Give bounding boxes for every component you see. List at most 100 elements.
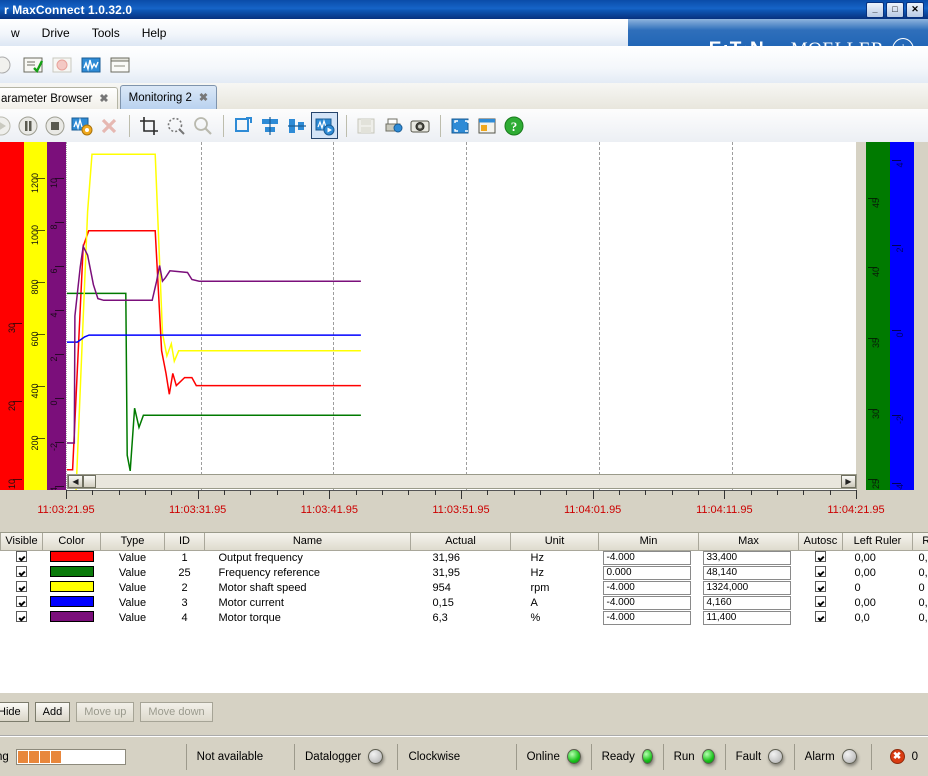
fullscreen-icon[interactable] bbox=[447, 113, 472, 138]
table-row[interactable]: Value2Motor shaft speed954rpm-4.0001324,… bbox=[1, 580, 928, 595]
color-swatch[interactable] bbox=[50, 581, 94, 592]
hide-button[interactable]: Hide bbox=[0, 702, 29, 722]
visible-checkbox[interactable] bbox=[16, 581, 27, 592]
max-input[interactable]: 11,400 bbox=[703, 611, 791, 625]
column-header-unit[interactable]: Unit bbox=[511, 533, 599, 550]
max-input[interactable]: 33,400 bbox=[703, 551, 791, 565]
axis-band-motor-torque[interactable]: 10 8 6 4 2 0 -2 -4 bbox=[47, 142, 66, 490]
column-header-right-ruler[interactable]: Rig bbox=[913, 533, 928, 550]
cell-max[interactable]: 11,400 bbox=[699, 610, 799, 625]
move-down-button[interactable]: Move down bbox=[140, 702, 212, 722]
menu-item-drive[interactable]: Drive bbox=[31, 24, 81, 42]
cell-autoscale[interactable] bbox=[799, 595, 843, 610]
tab-close-icon[interactable]: ✖ bbox=[99, 92, 108, 105]
fit-icon[interactable] bbox=[230, 113, 255, 138]
cell-autoscale[interactable] bbox=[799, 610, 843, 625]
pause-icon[interactable] bbox=[15, 113, 40, 138]
stop-icon[interactable] bbox=[42, 113, 67, 138]
axis-band-output-frequency[interactable]: 30 20 10 0 bbox=[0, 142, 24, 490]
cell-visible[interactable] bbox=[1, 580, 43, 595]
cell-visible[interactable] bbox=[1, 595, 43, 610]
column-header-min[interactable]: Min bbox=[599, 533, 699, 550]
table-row[interactable]: Value25Frequency reference31,95Hz0.00048… bbox=[1, 565, 928, 580]
color-swatch[interactable] bbox=[50, 596, 94, 607]
camera-icon[interactable] bbox=[407, 113, 432, 138]
min-input[interactable]: -4.000 bbox=[603, 551, 691, 565]
table-row[interactable]: Value4Motor torque6,3%-4.00011,4000,00,0 bbox=[1, 610, 928, 625]
column-header-autoscale[interactable]: Autosc bbox=[799, 533, 843, 550]
cell-visible[interactable] bbox=[1, 565, 43, 580]
play-graph-icon[interactable] bbox=[311, 112, 338, 139]
max-input[interactable]: 1324,000 bbox=[703, 581, 791, 595]
autoscale-checkbox[interactable] bbox=[815, 596, 826, 607]
cell-autoscale[interactable] bbox=[799, 565, 843, 580]
cell-max[interactable]: 1324,000 bbox=[699, 580, 799, 595]
column-header-color[interactable]: Color bbox=[43, 533, 101, 550]
color-swatch[interactable] bbox=[50, 566, 94, 577]
min-input[interactable]: -4.000 bbox=[603, 596, 691, 610]
axis-band-motor-shaft-speed[interactable]: 1200 1000 800 600 400 200 0 bbox=[24, 142, 47, 490]
chart-horizontal-scrollbar[interactable]: ◀ ▶ bbox=[67, 474, 857, 489]
minimize-button[interactable]: _ bbox=[866, 2, 884, 18]
cell-max[interactable]: 33,400 bbox=[699, 550, 799, 565]
table-row[interactable]: Value3Motor current0,15A-4.0004,1600,000… bbox=[1, 595, 928, 610]
autoscale-checkbox[interactable] bbox=[815, 551, 826, 562]
save-icon[interactable] bbox=[353, 113, 378, 138]
add-button[interactable]: Add bbox=[35, 702, 71, 722]
cell-min[interactable]: -4.000 bbox=[599, 550, 699, 565]
column-header-left-ruler[interactable]: Left Ruler bbox=[843, 533, 913, 550]
menu-item-help[interactable]: Help bbox=[131, 24, 178, 42]
visible-checkbox[interactable] bbox=[16, 551, 27, 562]
max-input[interactable]: 48,140 bbox=[703, 566, 791, 580]
autoscale-checkbox[interactable] bbox=[815, 566, 826, 577]
min-input[interactable]: -4.000 bbox=[603, 581, 691, 595]
settings-monitor-icon[interactable] bbox=[69, 113, 94, 138]
cell-max[interactable]: 4,160 bbox=[699, 595, 799, 610]
table-row[interactable]: Value1Output frequency31,96Hz-4.00033,40… bbox=[1, 550, 928, 565]
cell-color[interactable] bbox=[43, 580, 101, 595]
record-icon[interactable] bbox=[50, 54, 74, 76]
cell-color[interactable] bbox=[43, 565, 101, 580]
play-icon[interactable] bbox=[0, 113, 13, 138]
cell-visible[interactable] bbox=[1, 610, 43, 625]
cell-autoscale[interactable] bbox=[799, 550, 843, 565]
scroll-thumb[interactable] bbox=[83, 475, 96, 488]
visible-checkbox[interactable] bbox=[16, 611, 27, 622]
cell-max[interactable]: 48,140 bbox=[699, 565, 799, 580]
column-header-name[interactable]: Name bbox=[205, 533, 411, 550]
cell-color[interactable] bbox=[43, 610, 101, 625]
autoscale-checkbox[interactable] bbox=[815, 611, 826, 622]
window-icon[interactable] bbox=[474, 113, 499, 138]
status-errors[interactable]: ✖ 0 bbox=[872, 744, 928, 770]
column-header-actual[interactable]: Actual bbox=[411, 533, 511, 550]
zoom-icon[interactable] bbox=[190, 113, 215, 138]
maximize-button[interactable]: □ bbox=[886, 2, 904, 18]
align-horizontal-icon[interactable] bbox=[257, 113, 282, 138]
color-swatch[interactable] bbox=[50, 611, 94, 622]
column-header-id[interactable]: ID bbox=[165, 533, 205, 550]
max-input[interactable]: 4,160 bbox=[703, 596, 791, 610]
delete-icon[interactable] bbox=[96, 113, 121, 138]
min-input[interactable]: -4.000 bbox=[603, 611, 691, 625]
cell-color[interactable] bbox=[43, 595, 101, 610]
visible-checkbox[interactable] bbox=[16, 566, 27, 577]
column-header-max[interactable]: Max bbox=[699, 533, 799, 550]
color-swatch[interactable] bbox=[50, 551, 94, 562]
crop-icon[interactable] bbox=[136, 113, 161, 138]
tab-monitoring-2[interactable]: Monitoring 2 ✖ bbox=[120, 85, 218, 109]
cell-min[interactable]: -4.000 bbox=[599, 580, 699, 595]
scroll-right-arrow[interactable]: ▶ bbox=[841, 475, 856, 488]
close-button[interactable]: ✕ bbox=[906, 2, 924, 18]
print-icon[interactable] bbox=[380, 113, 405, 138]
cell-min[interactable]: -4.000 bbox=[599, 610, 699, 625]
cell-visible[interactable] bbox=[1, 550, 43, 565]
plot-canvas[interactable]: ◀ ▶ bbox=[66, 142, 856, 490]
back-icon[interactable] bbox=[0, 54, 16, 76]
parameter-list-icon[interactable] bbox=[21, 54, 45, 76]
tab-parameter-browser[interactable]: arameter Browser ✖ bbox=[0, 87, 118, 109]
scroll-left-arrow[interactable]: ◀ bbox=[68, 475, 83, 488]
select-region-icon[interactable] bbox=[163, 113, 188, 138]
help-icon[interactable]: ? bbox=[501, 113, 526, 138]
cell-min[interactable]: -4.000 bbox=[599, 595, 699, 610]
cell-color[interactable] bbox=[43, 550, 101, 565]
